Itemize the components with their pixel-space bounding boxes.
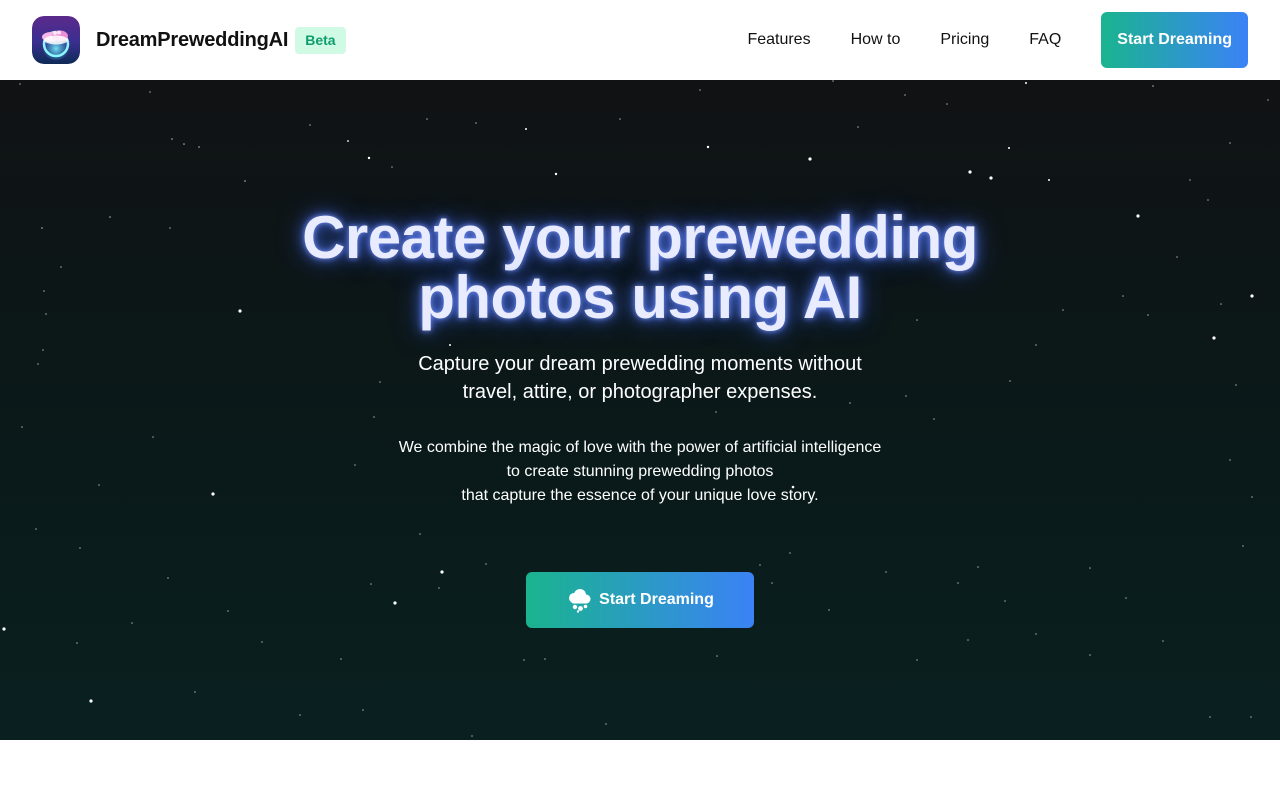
hero-start-dreaming-button[interactable]: Start Dreaming (526, 572, 754, 628)
hero-title-line: Create your prewedding (302, 204, 978, 271)
app-logo-icon (32, 16, 80, 64)
nav-link-pricing[interactable]: Pricing (940, 31, 989, 49)
nav-link-features[interactable]: Features (747, 31, 810, 49)
nav-link-how-to[interactable]: How to (851, 31, 901, 49)
hero-cta-label: Start Dreaming (599, 591, 714, 608)
cloud-icon (566, 587, 592, 613)
brand-name: DreamPreweddingAI (96, 28, 289, 51)
site-header: DreamPreweddingAI Beta Features How to P… (0, 0, 1280, 80)
hero-subtitle: Capture your dream prewedding moments wi… (0, 350, 1280, 406)
hero-description-line: that capture the essence of your unique … (461, 487, 819, 504)
hero-subtitle-line: Capture your dream prewedding moments wi… (418, 353, 862, 375)
header-start-dreaming-button[interactable]: Start Dreaming (1101, 12, 1248, 68)
hero-subtitle-line: travel, attire, or photographer expenses… (462, 381, 818, 403)
page-content-below-hero (0, 740, 1280, 800)
beta-badge: Beta (295, 26, 346, 54)
nav-link-faq[interactable]: FAQ (1029, 31, 1061, 49)
main-nav: Features How to Pricing FAQ Start Dreami… (747, 12, 1248, 68)
hero-description: We combine the magic of love with the po… (0, 436, 1280, 508)
starfield-background (2, 80, 1269, 737)
hero-title-line: photos using AI (418, 264, 862, 331)
hero-description-line: to create stunning prewedding photos (506, 463, 774, 480)
hero-section: Create your prewedding photos using AI C… (0, 80, 1280, 740)
hero-title: Create your prewedding photos using AI (0, 208, 1280, 328)
brand-home-link[interactable]: DreamPreweddingAI Beta (32, 16, 346, 64)
hero-description-line: We combine the magic of love with the po… (398, 439, 882, 456)
